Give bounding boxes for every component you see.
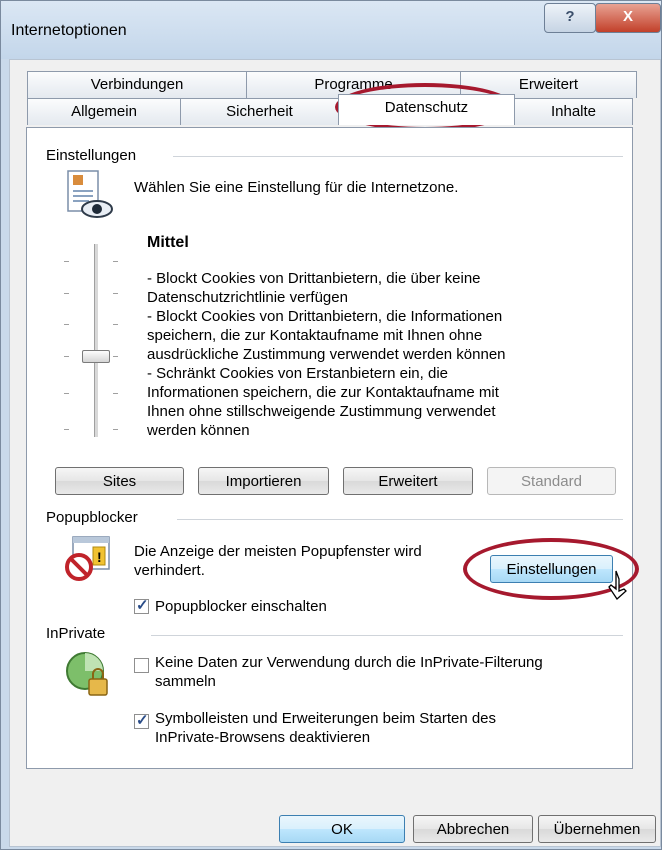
slider-tick bbox=[113, 261, 118, 262]
slider-tick bbox=[113, 393, 118, 394]
popup-blocker-icon: ! bbox=[63, 533, 115, 583]
slider-tick bbox=[64, 356, 69, 357]
inprivate-filtering-checkbox[interactable] bbox=[134, 658, 149, 673]
privacy-panel bbox=[26, 127, 633, 769]
close-icon: X bbox=[622, 8, 633, 25]
help-icon: ? bbox=[565, 8, 575, 25]
inprivate-toolbars-label: InPrivate-Browsens deaktivieren bbox=[155, 729, 371, 746]
popup-blocker-checkbox-label: Popupblocker einschalten bbox=[155, 598, 327, 615]
tab-allgemein[interactable]: Allgemein bbox=[27, 98, 181, 125]
inprivate-divider bbox=[151, 635, 623, 636]
privacy-description-line: - Blockt Cookies von Drittanbietern, die… bbox=[147, 270, 481, 287]
settings-section-label: Einstellungen bbox=[46, 147, 143, 164]
settings-divider bbox=[173, 156, 623, 157]
privacy-description-line: speichern, die zur Kontaktaufname mit Ih… bbox=[147, 327, 483, 344]
import-button[interactable]: Importieren bbox=[198, 467, 329, 495]
svg-text:!: ! bbox=[97, 549, 102, 565]
window-title: Internetoptionen bbox=[11, 22, 127, 39]
slider-tick bbox=[64, 261, 69, 262]
help-button[interactable]: ? bbox=[544, 3, 596, 33]
privacy-description-line: - Blockt Cookies von Drittanbietern, die… bbox=[147, 308, 503, 325]
slider-tick bbox=[113, 356, 118, 357]
privacy-level-slider-thumb[interactable] bbox=[82, 350, 110, 363]
privacy-description-line: - Schränkt Cookies von Erstanbietern ein… bbox=[147, 365, 448, 382]
internet-options-window: Internetoptionen ? X Verbindungen Progra… bbox=[0, 0, 662, 850]
inprivate-lock-icon bbox=[63, 649, 113, 701]
privacy-description-line: werden können bbox=[147, 422, 250, 439]
tab-verbindungen[interactable]: Verbindungen bbox=[27, 71, 247, 98]
inprivate-toolbars-label: Symbolleisten und Erweiterungen beim Sta… bbox=[155, 710, 497, 727]
inprivate-toolbars-checkbox[interactable] bbox=[134, 711, 149, 729]
privacy-description-line: ausdrückliche Zustimmung verwendet werde… bbox=[147, 346, 506, 363]
inprivate-filtering-label: Keine Daten zur Verwendung durch die InP… bbox=[155, 654, 543, 671]
slider-tick bbox=[64, 429, 69, 430]
popup-blocker-checkbox[interactable] bbox=[134, 596, 149, 614]
tab-inhalte[interactable]: Inhalte bbox=[514, 98, 633, 125]
cancel-button[interactable]: Abbrechen bbox=[413, 815, 533, 843]
slider-tick bbox=[64, 293, 69, 294]
inprivate-filtering-label: sammeln bbox=[155, 673, 216, 690]
slider-tick bbox=[64, 393, 69, 394]
slider-tick bbox=[113, 324, 118, 325]
popup-divider bbox=[177, 519, 623, 520]
tab-sicherheit[interactable]: Sicherheit bbox=[180, 98, 339, 125]
inprivate-section-label: InPrivate bbox=[46, 625, 112, 642]
privacy-description-line: Ihnen ohne stillschweigende Zustimmung v… bbox=[147, 403, 496, 420]
apply-button[interactable]: Übernehmen bbox=[538, 815, 656, 843]
privacy-description-line: Datenschutzrichtlinie verfügen bbox=[147, 289, 348, 306]
popup-section-label: Popupblocker bbox=[46, 509, 144, 526]
tab-datenschutz[interactable]: Datenschutz bbox=[338, 94, 515, 125]
mouse-cursor-icon bbox=[607, 569, 629, 603]
title-bar[interactable]: Internetoptionen ? X bbox=[1, 1, 661, 59]
privacy-document-eye-icon bbox=[65, 169, 115, 221]
slider-tick bbox=[113, 293, 118, 294]
popup-description-line: verhindert. bbox=[134, 562, 205, 579]
advanced-button[interactable]: Erweitert bbox=[343, 467, 473, 495]
sites-button[interactable]: Sites bbox=[55, 467, 184, 495]
ok-button[interactable]: OK bbox=[279, 815, 405, 843]
privacy-level-slider-track[interactable] bbox=[94, 244, 98, 437]
close-button[interactable]: X bbox=[595, 3, 661, 33]
slider-tick bbox=[113, 429, 118, 430]
settings-intro-text: Wählen Sie eine Einstellung für die Inte… bbox=[134, 179, 459, 196]
popup-description-line: Die Anzeige der meisten Popupfenster wir… bbox=[134, 543, 422, 560]
privacy-level-title: Mittel bbox=[147, 234, 189, 251]
slider-tick bbox=[64, 324, 69, 325]
privacy-description-line: Informationen speichern, die zur Kontakt… bbox=[147, 384, 499, 401]
default-button[interactable]: Standard bbox=[487, 467, 616, 495]
